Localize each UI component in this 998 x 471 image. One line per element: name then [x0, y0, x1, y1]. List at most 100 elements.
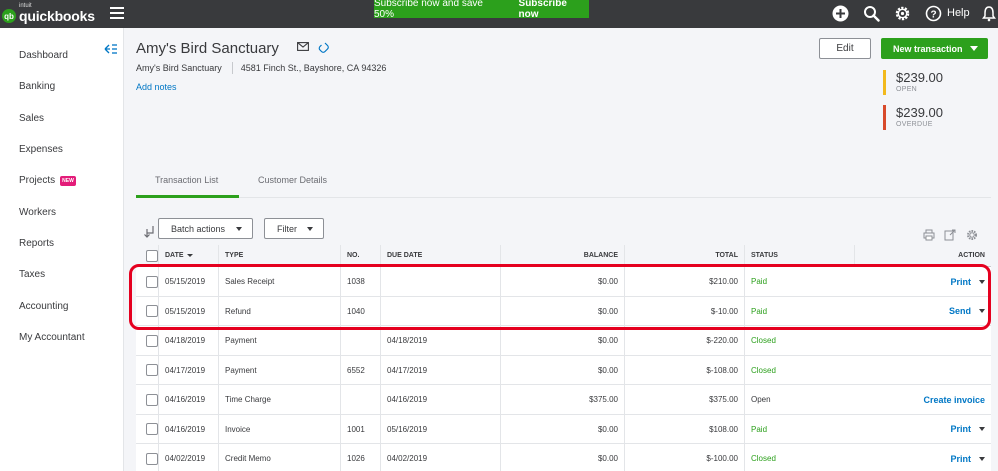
column-header-label: NO.: [347, 252, 360, 259]
column-header-label: TOTAL: [715, 252, 738, 259]
send-action-link[interactable]: Send: [949, 306, 971, 316]
collapse-sidebar-icon[interactable]: [104, 44, 117, 54]
row-checkbox[interactable]: [146, 393, 158, 406]
chevron-down-icon[interactable]: [979, 427, 985, 431]
table-row[interactable]: 04/18/2019 Payment 04/18/2019 $0.00 $-22…: [136, 326, 991, 356]
chevron-down-icon: [236, 227, 242, 231]
hamburger-menu-icon[interactable]: [110, 7, 124, 19]
table-row[interactable]: 04/02/2019 Credit Memo 1026 04/02/2019 $…: [136, 444, 991, 471]
cell-type: Payment: [218, 356, 340, 384]
tab-transaction-list[interactable]: Transaction List: [155, 175, 218, 185]
column-header-label: BALANCE: [583, 252, 618, 259]
batch-actions-label: Batch actions: [171, 223, 226, 234]
plus-icon[interactable]: [832, 5, 849, 22]
column-header-no[interactable]: NO.: [340, 245, 380, 266]
company-name: Amy's Bird Sanctuary: [136, 63, 222, 73]
chevron-down-icon[interactable]: [979, 309, 985, 313]
sidebar-item-taxes[interactable]: Taxes: [19, 269, 45, 280]
sidebar-item-projects[interactable]: Projects NEW: [19, 175, 76, 186]
cell-type: Payment: [218, 326, 340, 355]
column-header-balance[interactable]: BALANCE: [500, 245, 624, 266]
new-transaction-button[interactable]: New transaction: [881, 38, 988, 59]
logo-quickbooks-text: quickbooks: [19, 8, 95, 24]
row-checkbox[interactable]: [146, 334, 158, 347]
chevron-down-icon[interactable]: [979, 279, 985, 284]
cell-balance: $0.00: [500, 444, 624, 471]
sidebar-item-workers[interactable]: Workers: [19, 207, 56, 218]
cell-total: $210.00: [624, 267, 744, 296]
tab-customer-details[interactable]: Customer Details: [258, 175, 327, 185]
cell-type: Refund: [218, 297, 340, 325]
row-checkbox[interactable]: [146, 364, 158, 376]
sort-desc-icon: [186, 254, 193, 257]
row-checkbox[interactable]: [146, 305, 158, 317]
quickbooks-logo[interactable]: qb intuit quickbooks: [2, 3, 95, 23]
cell-due-date: 04/18/2019: [380, 326, 500, 355]
subscribe-now-link[interactable]: Subscribe now: [519, 0, 589, 20]
sidebar-item-sales[interactable]: Sales: [19, 113, 44, 124]
bell-icon[interactable]: [982, 5, 996, 22]
subscribe-promo-banner[interactable]: Subscribe now and save 50% Subscribe now: [374, 0, 589, 20]
search-icon[interactable]: [863, 5, 880, 22]
chevron-down-icon[interactable]: [970, 46, 978, 51]
table-row[interactable]: 04/16/2019 Invoice 1001 05/16/2019 $0.00…: [136, 415, 991, 444]
mail-icon[interactable]: [297, 42, 309, 51]
export-icon[interactable]: [944, 229, 956, 241]
overdue-amount: $239.00: [896, 105, 943, 120]
sidebar-item-label: My Accountant: [19, 332, 85, 343]
customer-info-line: Amy's Bird Sanctuary 4581 Finch St., Bay…: [136, 62, 386, 74]
row-checkbox[interactable]: [146, 423, 158, 435]
cell-status: Closed: [744, 326, 854, 355]
table-row[interactable]: 05/15/2019 Sales Receipt 1038 $0.00 $210…: [136, 267, 991, 297]
row-checkbox[interactable]: [146, 275, 158, 288]
sidebar-item-banking[interactable]: Banking: [19, 81, 55, 92]
column-header-type[interactable]: TYPE: [218, 245, 340, 266]
cell-total: $108.00: [624, 415, 744, 443]
cell-action: Send: [854, 297, 991, 325]
add-notes-link[interactable]: Add notes: [136, 82, 177, 92]
overdue-amount-summary[interactable]: $239.00 OVERDUE: [883, 105, 983, 132]
cell-status: Closed: [744, 444, 854, 471]
open-amount-summary[interactable]: $239.00 OPEN: [883, 70, 983, 97]
filter-button[interactable]: Filter: [264, 218, 324, 239]
print-icon[interactable]: [923, 229, 935, 241]
cell-action: [854, 356, 991, 384]
cell-due-date: 04/02/2019: [380, 444, 500, 471]
cell-due-date: 05/16/2019: [380, 415, 500, 443]
sidebar-item-reports[interactable]: Reports: [19, 238, 54, 249]
sort-order-icon[interactable]: [143, 225, 155, 238]
batch-actions-button[interactable]: Batch actions: [158, 218, 253, 239]
chevron-down-icon[interactable]: [979, 456, 985, 461]
sidebar-item-my-accountant[interactable]: My Accountant: [19, 332, 85, 343]
sidebar: Dashboard Banking Sales Expenses Project…: [0, 28, 124, 471]
cell-no: [340, 385, 380, 414]
edit-button[interactable]: Edit: [819, 38, 871, 59]
print-action-link[interactable]: Print: [950, 454, 971, 464]
print-action-link[interactable]: Print: [950, 424, 971, 434]
cell-balance: $0.00: [500, 267, 624, 296]
column-header-date[interactable]: DATE: [158, 245, 218, 266]
column-header-total[interactable]: TOTAL: [624, 245, 744, 266]
attachment-link-icon[interactable]: [318, 41, 330, 53]
divider: [231, 62, 233, 74]
sidebar-item-label: Workers: [19, 207, 57, 218]
create-invoice-action-link[interactable]: Create invoice: [923, 395, 985, 405]
print-action-link[interactable]: Print: [950, 277, 971, 287]
help-label[interactable]: Help: [947, 7, 970, 19]
sidebar-item-expenses[interactable]: Expenses: [19, 144, 63, 155]
settings-gear-icon[interactable]: [966, 229, 978, 241]
table-row[interactable]: 05/15/2019 Refund 1040 $0.00 $-10.00 Pai…: [136, 297, 991, 326]
gear-icon[interactable]: [894, 5, 911, 22]
table-row[interactable]: 04/17/2019 Payment 6552 04/17/2019 $0.00…: [136, 356, 991, 385]
select-all-checkbox[interactable]: [146, 249, 158, 262]
sidebar-item-dashboard[interactable]: Dashboard: [19, 50, 68, 61]
cell-balance: $375.00: [500, 385, 624, 414]
table-row[interactable]: 04/16/2019 Time Charge 04/16/2019 $375.0…: [136, 385, 991, 415]
cell-date: 05/15/2019: [158, 267, 218, 296]
column-header-status[interactable]: STATUS: [744, 245, 854, 266]
cell-status: Paid: [744, 297, 854, 325]
help-icon[interactable]: ?: [925, 5, 942, 22]
sidebar-item-accounting[interactable]: Accounting: [19, 301, 68, 312]
column-header-due-date[interactable]: DUE DATE: [380, 245, 500, 266]
row-checkbox[interactable]: [146, 452, 158, 465]
